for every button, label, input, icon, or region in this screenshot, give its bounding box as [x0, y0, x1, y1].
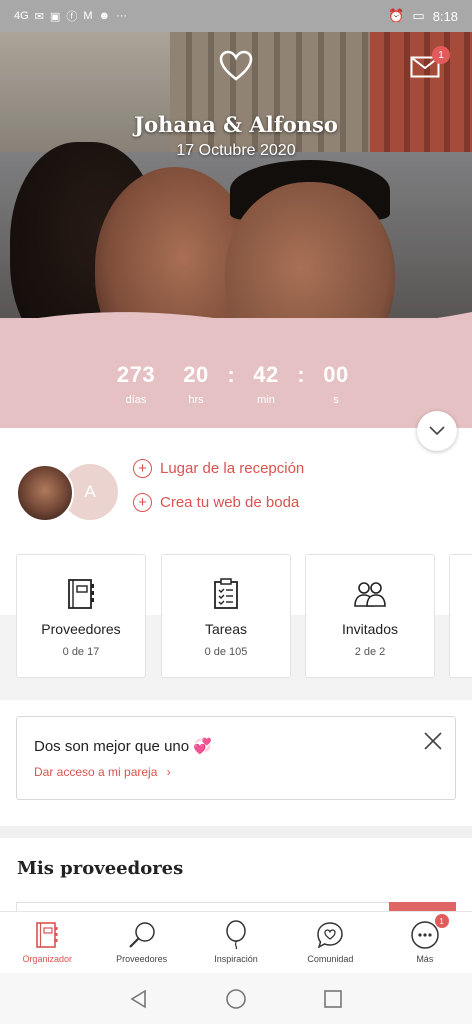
nav-label: Más [416, 954, 434, 964]
planner-icon [32, 920, 62, 950]
reception-venue-label: Lugar de la recepción [160, 460, 305, 477]
battery-icon: ▭ [412, 8, 425, 23]
card-next-peek[interactable] [449, 554, 472, 678]
status-right: ⏰ ▭ 8:18 [388, 8, 458, 24]
close-icon[interactable] [421, 729, 445, 753]
notification-badge: 1 [434, 914, 449, 928]
partner-access-label: Dar acceso a mi pareja [34, 765, 158, 779]
facebook-notification-icon: ⓕ [66, 11, 78, 23]
card-title: Tareas [204, 621, 248, 637]
nav-inspiracion[interactable]: Inspiración [189, 912, 283, 973]
minutes-label: min [257, 394, 275, 406]
clock-time: 8:18 [432, 8, 458, 24]
app-notification-icon: ☻ [98, 10, 111, 22]
seconds-value: 00 [323, 362, 349, 387]
checklist-icon [209, 577, 243, 611]
nav-label: Inspiración [214, 954, 258, 964]
seconds-label: s [333, 394, 339, 406]
expand-button[interactable] [417, 411, 457, 451]
card-progress: 0 de 17 [62, 646, 100, 658]
countdown-separator: : [227, 362, 235, 387]
countdown-days: 273 días [106, 362, 166, 406]
system-navigation-bar [0, 973, 472, 1024]
nav-mas[interactable]: Más 1 [378, 912, 472, 973]
recents-icon[interactable] [322, 988, 344, 1010]
signal-icon: 4G [14, 10, 29, 22]
banner-title: Dos son mejor que uno 💞 [34, 738, 212, 755]
plus-icon: + [133, 459, 152, 478]
search-icon [127, 920, 157, 950]
hours-value: 20 [183, 362, 209, 387]
card-title: Proveedores [41, 621, 121, 637]
user-avatar[interactable] [16, 464, 74, 522]
section-divider [0, 826, 472, 838]
nav-organizador[interactable]: Organizador [0, 912, 94, 973]
bottom-nav: Organizador Proveedores Inspiración Comu… [0, 911, 472, 973]
chat-heart-icon [315, 920, 345, 950]
card-title: Invitados [341, 621, 399, 637]
overflow-notification-icon: ··· [116, 10, 128, 22]
days-label: días [125, 394, 147, 406]
gmail-notification-icon: M [83, 10, 93, 22]
image-notification-icon: ▣ [49, 10, 61, 23]
wedding-website-link[interactable]: + Crea tu web de boda [133, 493, 299, 512]
card-tareas[interactable]: Tareas 0 de 105 [161, 554, 291, 678]
hours-label: hrs [188, 394, 204, 406]
partner-access-link[interactable]: Dar acceso a mi pareja › [34, 765, 171, 779]
countdown: 273 días 20 hrs : 42 min : 00 s [0, 318, 472, 428]
countdown-hours: 20 hrs [166, 362, 226, 406]
countdown-minutes: 42 min [236, 362, 296, 406]
mail-badge: 1 [432, 46, 450, 64]
minutes-value: 42 [253, 362, 279, 387]
status-left: 4G ✉ ▣ ⓕ M ☻ ··· [14, 8, 127, 24]
heart-logo-icon [219, 50, 253, 81]
balloon-icon [221, 920, 251, 950]
chevron-right-icon: › [166, 765, 171, 779]
plus-icon: + [133, 493, 152, 512]
card-progress: 0 de 105 [204, 646, 248, 658]
card-proveedores[interactable]: Proveedores 0 de 17 [16, 554, 146, 678]
guests-icon [353, 577, 387, 611]
alarm-icon: ⏰ [388, 8, 405, 23]
countdown-separator: : [297, 362, 305, 387]
nav-proveedores[interactable]: Proveedores [94, 912, 188, 973]
nav-label: Organizador [22, 954, 72, 964]
nav-label: Proveedores [116, 954, 168, 964]
partner-access-banner: Dos son mejor que uno 💞 Dar acceso a mi … [16, 716, 456, 800]
wedding-date: 17 Octubre 2020 [176, 142, 296, 159]
status-bar: 4G ✉ ▣ ⓕ M ☻ ··· ⏰ ▭ 8:18 [0, 0, 472, 32]
card-invitados[interactable]: Invitados 2 de 2 [305, 554, 435, 678]
couple-names: Johana & Alfonso [134, 112, 338, 137]
back-icon[interactable] [128, 988, 150, 1010]
home-icon[interactable] [225, 988, 247, 1010]
nav-label: Comunidad [307, 954, 354, 964]
mail-notification-icon: ✉ [34, 10, 44, 23]
section-title: Mis proveedores [17, 858, 184, 879]
wedding-website-label: Crea tu web de boda [160, 494, 300, 511]
reception-venue-link[interactable]: + Lugar de la recepción [133, 459, 304, 478]
nav-comunidad[interactable]: Comunidad [283, 912, 377, 973]
planner-icon [64, 577, 98, 611]
chevron-down-icon [429, 426, 445, 436]
countdown-seconds: 00 s [306, 362, 366, 406]
card-progress: 2 de 2 [354, 646, 386, 658]
days-value: 273 [116, 362, 156, 387]
